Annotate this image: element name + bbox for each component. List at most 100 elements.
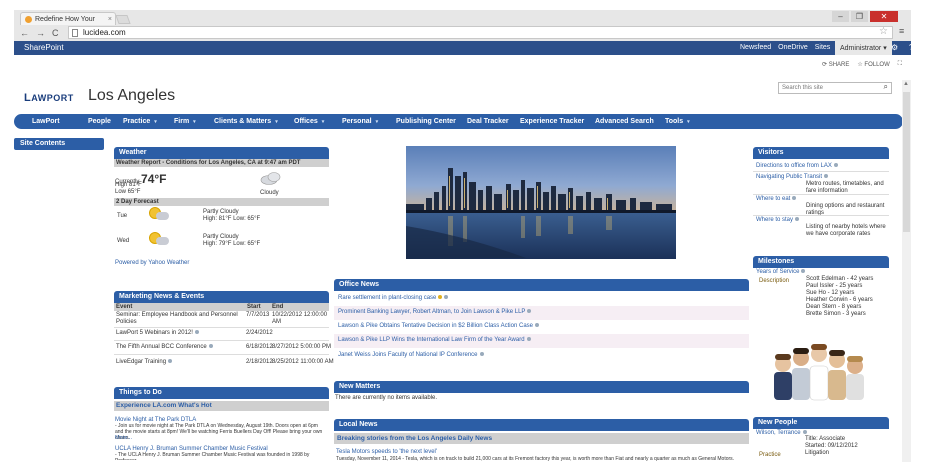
scroll-up-icon[interactable]: ▲ [903, 81, 909, 87]
news-title: Janet Weiss Joins Faculty of National IP… [338, 352, 478, 358]
milestone-category-label: Years of Service [756, 269, 800, 275]
maximize-button[interactable]: ❐ [851, 11, 868, 22]
team-photo [766, 330, 868, 402]
nav-item-people[interactable]: People [88, 118, 123, 125]
person-details: Title: Associate Started: 09/12/2012 Lit… [805, 436, 858, 457]
lawport-logo[interactable]: LAWPORT [24, 92, 74, 104]
visitor-link-label: Navigating Public Transit [756, 174, 823, 180]
col-end[interactable]: End [272, 304, 283, 310]
local-news-subheader[interactable]: Breaking stories from the Los Angeles Da… [334, 433, 749, 444]
nav-item-experience-tracker[interactable]: Experience Tracker [520, 118, 595, 125]
chevron-down-icon: ▾ [321, 119, 325, 125]
sharepoint-brand[interactable]: SharePoint [24, 43, 64, 52]
news-item[interactable]: Lawson & Pike LLP Wins the International… [334, 334, 749, 348]
news-item[interactable]: Rare settlement in plant-closing case [334, 292, 749, 306]
window-controls: – ❐ ✕ [832, 11, 898, 23]
event-title: Seminar: Employee Handbook and Personnel… [116, 312, 238, 325]
milestone-category[interactable]: Years of Service [756, 269, 806, 275]
nav-label: Tools [665, 118, 684, 125]
nav-item-tools[interactable]: Tools ▾ [665, 118, 705, 125]
nav-item-offices[interactable]: Offices ▾ [294, 118, 342, 125]
event-end: 10/22/2012 12:00:00 AM [272, 312, 328, 325]
follow-button[interactable]: ☆ FOLLOW [857, 61, 889, 68]
visitor-link-label: Where to eat [756, 196, 791, 202]
page-title: Los Angeles [88, 87, 176, 104]
divider [753, 194, 889, 195]
event-start: 7/7/2013 [246, 312, 270, 318]
event-end: 8/27/2012 5:00:00 PM [272, 344, 332, 350]
weather-title: Weather [114, 147, 329, 159]
news-item[interactable]: Prominent Banking Lawyer, Robert Altman,… [334, 306, 749, 320]
close-window-button[interactable]: ✕ [870, 11, 898, 22]
event-link[interactable]: LawPort 5 Webinars in 2012! [116, 330, 199, 336]
local-headline-link[interactable]: Tesla Motors speeds to 'the next level' [336, 449, 437, 455]
event-start: 6/18/2012 [246, 344, 273, 350]
person-link[interactable]: Wilson, Terrance [756, 430, 807, 436]
gear-icon[interactable]: ⚙ [891, 43, 898, 52]
reload-icon[interactable]: C [52, 28, 59, 38]
suite-link-sites[interactable]: Sites [815, 44, 831, 51]
nav-item-publishing-center[interactable]: Publishing Center [396, 118, 467, 125]
col-event[interactable]: Event [116, 304, 132, 310]
news-item[interactable]: Lawson & Pike Obtains Tentative Decision… [334, 320, 749, 334]
marketing-title: Marketing News & Events [114, 291, 329, 303]
minimize-button[interactable]: – [832, 11, 849, 22]
share-button[interactable]: ⟳ SHARE [822, 61, 849, 68]
partly-cloudy-icon [149, 207, 169, 221]
help-icon[interactable]: ? [909, 43, 913, 52]
bookmark-star-icon[interactable]: ☆ [879, 26, 888, 37]
tab-close-icon[interactable]: × [108, 16, 112, 23]
site-contents-link[interactable]: Site Contents [14, 138, 104, 150]
visitor-link[interactable]: Where to eat [756, 196, 797, 202]
event-link[interactable]: LiveEdgar Training [116, 359, 173, 365]
news-item[interactable]: Janet Weiss Joins Faculty of National IP… [334, 349, 749, 363]
nav-item-personal[interactable]: Personal ▾ [342, 118, 396, 125]
address-bar[interactable]: lucidea.com [68, 26, 893, 39]
nav-item-deal-tracker[interactable]: Deal Tracker [467, 118, 520, 125]
site-search-input[interactable]: Search this site ⌕ [778, 82, 892, 94]
milestone-person: Scott Edelman - 42 years [806, 276, 874, 282]
city-skyline-image [406, 146, 676, 259]
things-to-do-title: Things to Do [114, 387, 329, 399]
back-arrow-icon[interactable]: ← [20, 28, 29, 38]
nav-item-practice[interactable]: Practice ▾ [123, 118, 174, 125]
event-link[interactable]: The Fifth Annual BCC Conference [116, 344, 213, 350]
forward-arrow-icon[interactable]: → [36, 28, 45, 38]
suite-link-newsfeed[interactable]: Newsfeed [740, 44, 771, 51]
visitor-desc: Listing of nearby hotels where we have c… [806, 224, 886, 237]
chevron-down-icon: ▾ [883, 45, 887, 52]
nav-label: Advanced Search [595, 118, 654, 125]
divider [114, 340, 329, 341]
share-follow-bar: ⟳ SHARE ☆ FOLLOW ⛶ [822, 61, 902, 68]
empty-message: There are currently no items available. [335, 395, 438, 401]
nav-item-clients-matters[interactable]: Clients & Matters ▾ [214, 118, 294, 125]
browser-tab[interactable]: Redefine How Your × [20, 12, 116, 25]
visitor-link[interactable]: Directions to office from LAX [756, 163, 838, 169]
col-start[interactable]: Start [247, 304, 261, 310]
visitor-link-label: Where to stay [756, 217, 794, 223]
search-icon[interactable]: ⌕ [884, 82, 888, 92]
user-menu[interactable]: Administrator ▾ [835, 41, 892, 55]
news-title: Lawson & Pike Obtains Tentative Decision… [338, 323, 533, 329]
share-label: SHARE [828, 62, 850, 68]
thing-body: - Join us for movie night at The Park DT… [115, 423, 323, 441]
nav-item-lawport[interactable]: LawPort [32, 118, 88, 125]
page-scrollbar[interactable]: ▲ [902, 80, 911, 462]
chevron-down-icon: ▾ [375, 119, 379, 125]
event-start: 2/24/2012 [246, 330, 273, 336]
visitor-link[interactable]: Where to stay [756, 217, 800, 223]
focus-icon[interactable]: ⛶ [898, 61, 902, 68]
scrollbar-thumb[interactable] [903, 92, 910, 232]
things-subheader[interactable]: Experience LA.com What's Hot [114, 401, 329, 411]
suite-link-onedrive[interactable]: OneDrive [778, 44, 808, 51]
more-link[interactable]: More... [115, 435, 132, 441]
event-title: The Fifth Annual BCC Conference [116, 344, 207, 350]
powered-by-link[interactable]: Powered by Yahoo Weather [115, 260, 189, 266]
nav-label: LawPort [32, 118, 60, 125]
nav-item-advanced-search[interactable]: Advanced Search [595, 118, 665, 125]
event-link[interactable]: Seminar: Employee Handbook and Personnel… [116, 312, 244, 326]
nav-item-firm[interactable]: Firm ▾ [174, 118, 214, 125]
visitor-link[interactable]: Navigating Public Transit [756, 174, 829, 180]
browser-menu-icon[interactable]: ≡ [899, 26, 904, 36]
suite-bar: SharePoint Newsfeed OneDrive Sites Admin… [14, 41, 913, 55]
